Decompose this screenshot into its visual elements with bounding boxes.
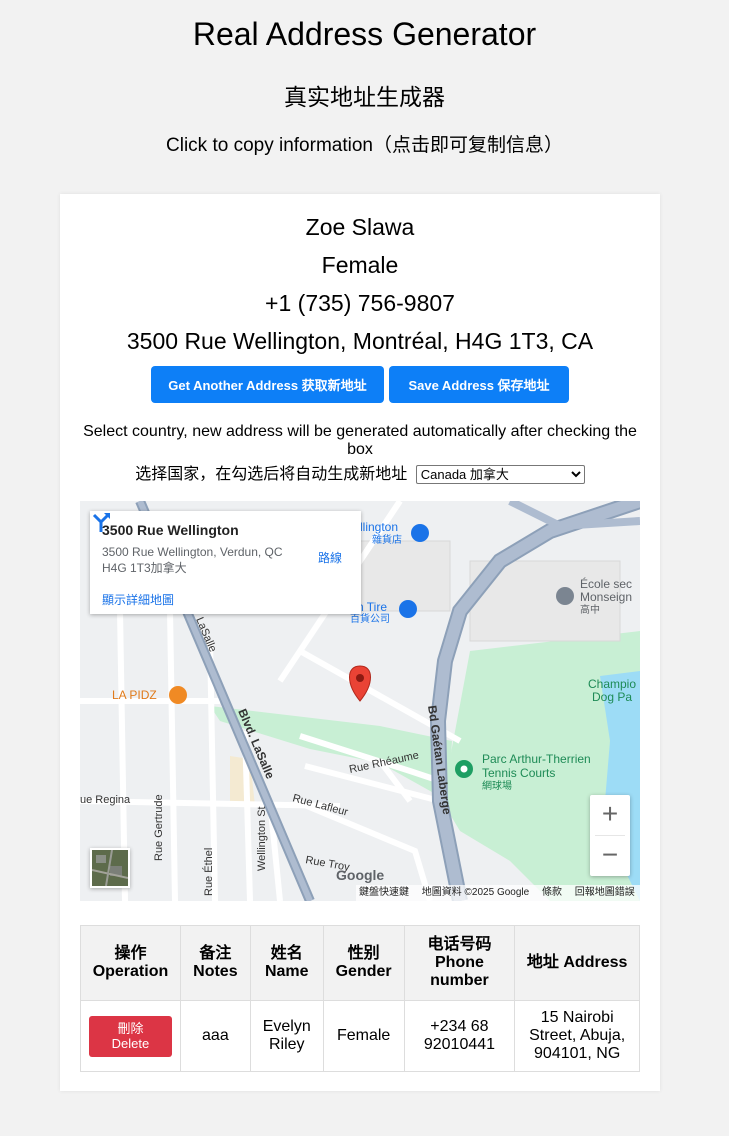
- country-select-note: Select country, new address will be gene…: [83, 423, 637, 458]
- person-gender[interactable]: Female: [60, 252, 660, 279]
- row-phone: +234 68 92010441: [403, 1000, 516, 1072]
- satellite-toggle-thumbnail[interactable]: [90, 848, 130, 888]
- map-label-champ-2: Dog Pa: [592, 690, 632, 704]
- zoom-out-button[interactable]: −: [590, 836, 630, 876]
- row-name: Evelyn Riley: [249, 1000, 324, 1072]
- map-label-la-pidz: LA PIDZ: [112, 688, 157, 702]
- get-another-address-button[interactable]: Get Another Address 获取新地址: [151, 366, 384, 403]
- zoom-control: + −: [590, 795, 630, 876]
- map-label-wellington-st: Wellington St: [256, 806, 268, 871]
- page-title: Real Address Generator: [192, 16, 537, 52]
- header-address: 地址 Address: [514, 925, 640, 1001]
- history-table: 操作 Operation 备注 Notes 姓名 Name 性别 Gender 电话号码…: [80, 925, 640, 1072]
- row-gender: Female: [322, 1000, 405, 1072]
- table-row: 刪除 Delete aaa Evelyn Riley Female +234 68…: [80, 1000, 640, 1072]
- directions-link[interactable]: 路線: [318, 549, 342, 566]
- infobox-address-line2: H4G 1T3加拿大: [102, 561, 187, 575]
- person-name[interactable]: Zoe Slawa: [60, 214, 660, 241]
- header-operation: 操作 Operation: [80, 925, 181, 1001]
- google-logo: Google: [336, 867, 385, 883]
- map-data-text: 地圖資料 ©2025 Google: [421, 887, 530, 898]
- directions-icon[interactable]: [90, 511, 112, 533]
- header-name: 姓名 Name: [249, 925, 324, 1001]
- row-operation-cell: 刪除 Delete: [80, 1000, 181, 1072]
- country-select-row: 选择国家，在勾选后将自动生成新地址 Canada 加拿大: [60, 460, 660, 485]
- zoom-in-button[interactable]: +: [590, 795, 630, 835]
- header-phone: 电话号码 Phone number: [403, 925, 516, 1001]
- map-label-parc-2: Tennis Courts: [482, 766, 555, 780]
- map-label-ecole-zh: 高中: [580, 603, 600, 616]
- view-larger-map-link[interactable]: 顯示詳細地圖: [102, 591, 174, 608]
- map-label-ecole-1: École sec: [580, 576, 632, 591]
- map-label-wellington-zh: 雜貨店: [372, 533, 402, 546]
- delete-button[interactable]: 刪除 Delete: [88, 1015, 172, 1057]
- address-card: Zoe Slawa Female +1 (735) 756-9807 3500 …: [60, 194, 660, 1091]
- infobox-address-line1: 3500 Rue Wellington, Verdun, QC: [102, 545, 283, 559]
- map-label-regina: ue Regina: [80, 794, 131, 806]
- keyboard-shortcuts-link[interactable]: 鍵盤快速鍵: [359, 887, 409, 898]
- map-label-champ-1: Champio: [588, 677, 636, 691]
- map-attribution: 鍵盤快速鍵 地圖資料 ©2025 Google 條款 回報地圖錯誤: [356, 885, 640, 901]
- map-infobox: 3500 Rue Wellington 3500 Rue Wellington,…: [90, 511, 361, 614]
- page-subtitle: 真实地址生成器: [284, 84, 445, 110]
- infobox-title: 3500 Rue Wellington: [102, 522, 239, 538]
- person-address[interactable]: 3500 Rue Wellington, Montréal, H4G 1T3, …: [60, 328, 660, 355]
- country-select-label: 选择国家，在勾选后将自动生成新地址: [135, 466, 408, 483]
- copy-instruction: Click to copy information（点击即可复制信息）: [166, 135, 563, 156]
- map-label-parc-1: Parc Arthur-Therrien: [482, 752, 591, 766]
- row-address: 15 Nairobi Street, Abuja, 904101, NG: [514, 1000, 640, 1072]
- row-notes: aaa: [179, 1000, 251, 1072]
- infobox-address: 3500 Rue Wellington, Verdun, QC H4G 1T3加…: [102, 544, 292, 576]
- map[interactable]: llington 雜貨店 n Tire 百貨公司 École sec Monse…: [80, 501, 640, 901]
- report-error-link[interactable]: 回報地圖錯誤: [575, 887, 635, 898]
- map-label-ecole-2: Monseign: [580, 590, 632, 604]
- save-address-button[interactable]: Save Address 保存地址: [389, 366, 569, 403]
- terms-link[interactable]: 條款: [542, 887, 562, 898]
- map-label-gertrude: Rue Gertrude: [153, 794, 165, 861]
- history-header-row: 操作 Operation 备注 Notes 姓名 Name 性别 Gender 电话号码…: [80, 925, 640, 1001]
- header-notes: 备注 Notes: [179, 925, 251, 1001]
- header-gender: 性别 Gender: [322, 925, 405, 1001]
- map-label-wellington: llington: [360, 520, 398, 534]
- person-phone[interactable]: +1 (735) 756-9807: [60, 290, 660, 317]
- map-label-parc-zh: 網球場: [482, 779, 512, 792]
- satellite-thumbnail-icon: [92, 850, 128, 886]
- map-label-tire: n Tire: [357, 600, 387, 614]
- country-select[interactable]: Canada 加拿大: [415, 465, 585, 485]
- map-label-ethel: Rue Éthel: [202, 848, 215, 896]
